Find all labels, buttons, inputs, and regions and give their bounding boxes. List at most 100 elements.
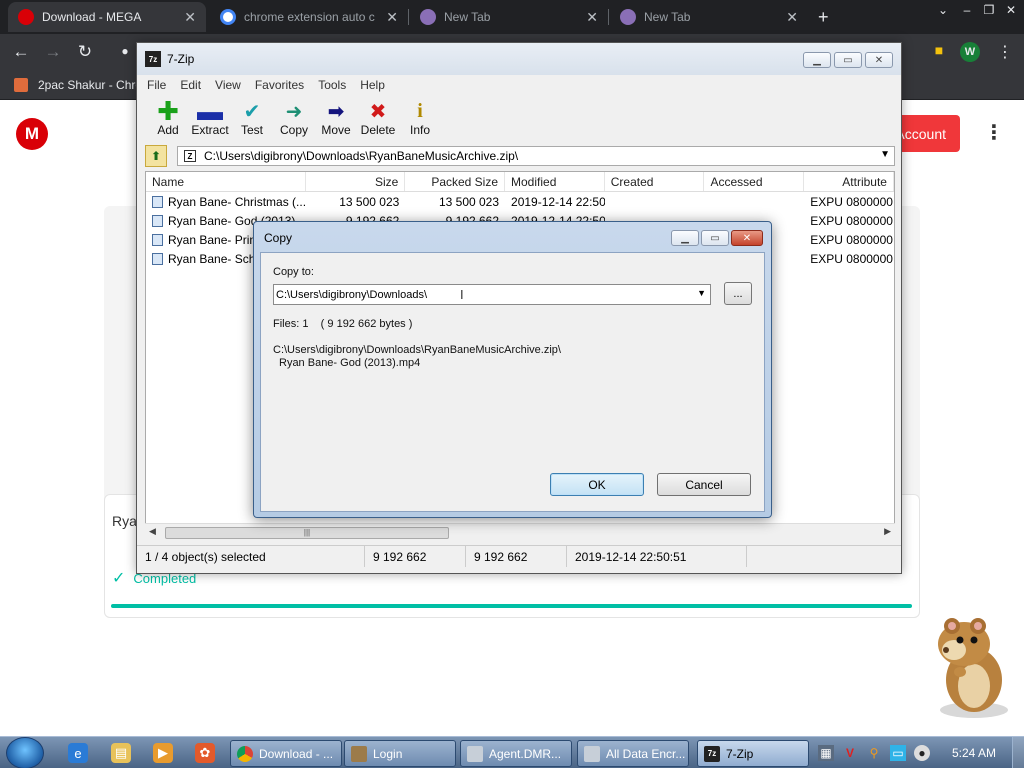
delete-button[interactable]: ✖ Delete — [357, 99, 399, 138]
start-button[interactable] — [6, 737, 44, 768]
chrome-icon — [237, 745, 253, 762]
close-icon[interactable]: ✕ — [184, 9, 196, 26]
row-modified: 2019-12-14 22:50 — [511, 194, 605, 209]
close-button[interactable]: ✕ — [731, 230, 763, 246]
info-button[interactable]: i Info — [399, 99, 441, 138]
toolbar: ✚ Add ▬ Extract ✔ Test ➜ Copy ➡ Move ✖ D… — [137, 95, 901, 143]
minimize-button[interactable]: ▁ — [671, 230, 699, 246]
close-icon[interactable]: ✕ — [998, 0, 1024, 20]
move-button[interactable]: ➡ Move — [315, 99, 357, 138]
bookmark-item[interactable]: 2pac Shakur - Chro — [14, 78, 142, 92]
row-size: 13 500 023 — [339, 194, 400, 209]
folder-up-icon[interactable]: ⬆ — [145, 145, 167, 167]
taskbar-login[interactable]: Login — [344, 740, 456, 767]
menu-edit[interactable]: Edit — [180, 78, 201, 92]
document-icon — [584, 745, 600, 762]
menu-view[interactable]: View — [215, 78, 241, 92]
col-accessed[interactable]: Accessed — [704, 172, 805, 191]
taskbar-chrome[interactable]: Download - ... — [230, 740, 342, 767]
tab-download-mega[interactable]: Download - MEGA ✕ — [8, 2, 206, 32]
col-size[interactable]: Size — [306, 172, 406, 191]
tab-new-tab-1[interactable]: New Tab ✕ — [410, 2, 608, 32]
taskbar-7zip[interactable]: 7z 7-Zip — [697, 740, 809, 767]
scroll-thumb[interactable]: ||| — [165, 527, 449, 539]
menu-help[interactable]: Help — [360, 78, 385, 92]
tab-label: New Tab — [644, 10, 691, 24]
extension-favicon-icon — [620, 9, 636, 25]
chevron-down-icon[interactable]: ▼ — [880, 149, 890, 160]
tab-new-tab-2[interactable]: New Tab ✕ — [610, 2, 808, 32]
internet-explorer-icon[interactable]: e — [68, 743, 88, 763]
chevron-down-icon[interactable]: ▼ — [697, 288, 706, 298]
destination-value: C:\Users\digibrony\Downloads\ — [276, 288, 428, 301]
taskbar-all-data[interactable]: All Data Encr... — [577, 740, 689, 767]
horizontal-scrollbar[interactable]: ◀ ||| ▶ — [145, 523, 895, 541]
file-explorer-icon[interactable]: ▤ — [111, 743, 131, 763]
menu-favorites[interactable]: Favorites — [255, 78, 304, 92]
minimize-button[interactable]: ▁ — [803, 52, 831, 68]
mega-logo[interactable]: M — [16, 118, 48, 150]
app-shortcut-icon[interactable]: ✿ — [195, 743, 215, 763]
table-row[interactable]: Ryan Bane- Christmas (... 13 500 023 13 … — [146, 192, 894, 211]
scroll-left-icon[interactable]: ◀ — [149, 526, 156, 537]
system-clock[interactable]: 5:24 AM — [952, 746, 996, 760]
close-button[interactable]: ✕ — [865, 52, 893, 68]
profile-avatar[interactable]: W — [960, 42, 980, 62]
col-attributes[interactable]: Attribute — [804, 172, 894, 191]
status-bar: 1 / 4 object(s) selected 9 192 662 9 192… — [137, 545, 901, 567]
address-input[interactable]: Z C:\Users\digibrony\Downloads\RyanBaneM… — [177, 146, 895, 166]
lock-icon: ● — [121, 44, 129, 58]
back-arrow-icon[interactable]: ← — [10, 42, 32, 62]
window-title: 7-Zip — [167, 52, 195, 66]
chevron-down-icon[interactable]: ⌄ — [930, 0, 956, 20]
add-button[interactable]: ✚ Add — [147, 96, 189, 138]
reload-icon[interactable]: ↻ — [74, 42, 96, 62]
delete-label: Delete — [360, 123, 396, 137]
close-icon[interactable]: ✕ — [386, 9, 398, 26]
7zip-title-bar[interactable]: 7z 7-Zip ▁ ▭ ✕ — [137, 43, 901, 75]
destination-combobox[interactable]: C:\Users\digibrony\Downloads\ I ▼ — [273, 284, 711, 305]
col-packed-size[interactable]: Packed Size — [405, 172, 506, 191]
test-button[interactable]: ✔ Test — [231, 99, 273, 138]
maximize-button[interactable]: ▭ — [701, 230, 729, 246]
search-icon[interactable]: ⚲ — [866, 745, 882, 761]
taskbar-agent[interactable]: Agent.DMR... — [460, 740, 572, 767]
forward-arrow-icon[interactable]: → — [42, 42, 64, 62]
copy-button[interactable]: ➜ Copy — [273, 99, 315, 138]
scroll-right-icon[interactable]: ▶ — [884, 526, 891, 537]
antivirus-icon[interactable]: V — [842, 745, 858, 761]
col-modified[interactable]: Modified — [505, 172, 605, 191]
more-options-icon[interactable]: ⋮ — [984, 120, 1004, 145]
close-icon[interactable]: ✕ — [586, 9, 598, 26]
show-desktop-button[interactable] — [1012, 737, 1024, 768]
row-name: Ryan Bane- Scho — [168, 251, 263, 266]
tab-label: Download - MEGA — [42, 10, 142, 24]
new-tab-button[interactable]: + — [812, 2, 840, 32]
browse-button[interactable]: ... — [724, 282, 752, 305]
col-created[interactable]: Created — [605, 172, 705, 191]
maximize-button[interactable]: ▭ — [834, 52, 862, 68]
tray-app-icon[interactable]: ▦ — [818, 745, 834, 761]
chrome-tab-strip: Download - MEGA ✕ chrome extension auto … — [0, 0, 1024, 34]
media-player-icon[interactable]: ▶ — [153, 743, 173, 763]
menu-file[interactable]: File — [147, 78, 166, 92]
file-icon — [152, 214, 163, 227]
menu-tools[interactable]: Tools — [318, 78, 346, 92]
record-icon[interactable]: ● — [914, 745, 930, 761]
col-name[interactable]: Name — [146, 172, 306, 191]
monitor-icon[interactable]: ▭ — [890, 745, 906, 761]
extract-button[interactable]: ▬ Extract — [189, 96, 231, 138]
close-icon[interactable]: ✕ — [786, 9, 798, 26]
file-icon — [152, 195, 163, 208]
tab-chrome-extension[interactable]: chrome extension auto c ✕ — [210, 2, 408, 32]
text-cursor-icon: I — [460, 287, 464, 302]
chrome-menu-icon[interactable]: ⋮ — [994, 42, 1016, 62]
google-favicon-icon — [220, 9, 236, 25]
test-label: Test — [240, 123, 263, 137]
extension-icon[interactable]: ■ — [928, 42, 950, 58]
cancel-button[interactable]: Cancel — [657, 473, 751, 496]
status-selected: 1 / 4 object(s) selected — [137, 546, 365, 567]
dialog-title: Copy — [264, 231, 293, 245]
ok-button[interactable]: OK — [550, 473, 644, 496]
row-name: Ryan Bane- Prin — [168, 232, 257, 247]
